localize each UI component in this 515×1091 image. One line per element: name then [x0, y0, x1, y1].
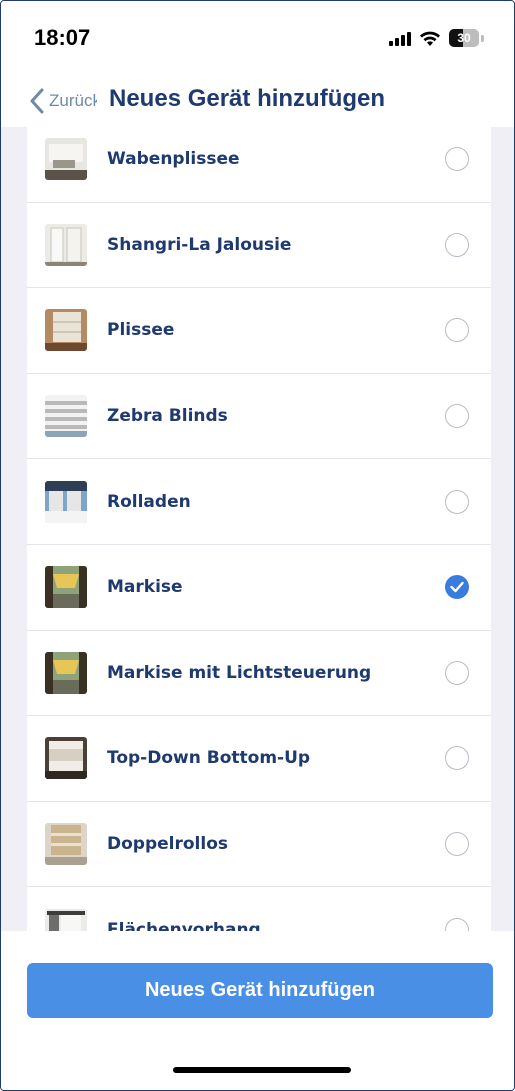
device-row-doppelrollos[interactable]: Doppelrollos	[27, 802, 491, 888]
chevron-left-icon	[30, 88, 44, 114]
device-row-top-down-bottom-up[interactable]: Top-Down Bottom-Up	[27, 716, 491, 802]
radio-unchecked-icon[interactable]	[445, 832, 469, 857]
device-label: Zebra Blinds	[107, 406, 228, 427]
device-row-zebra-blinds[interactable]: Zebra Blinds	[27, 374, 491, 460]
battery-cap	[481, 34, 484, 42]
top-down-bottom-up-thumbnail	[45, 737, 87, 780]
shangri-la-thumbnail	[45, 223, 87, 266]
device-row-wabenplissee[interactable]: Wabenplissee	[27, 127, 491, 203]
device-list-container: Wabenplissee Shangri-La Jalousie Plissee	[1, 127, 514, 931]
device-label: Shangri-La Jalousie	[107, 234, 292, 255]
status-bar: 18:07 30	[1, 1, 514, 81]
device-row-markise-mit-lichtsteuerung[interactable]: Markise mit Lichtsteuerung	[27, 631, 491, 717]
radio-unchecked-icon[interactable]	[445, 746, 469, 771]
device-label: Rolladen	[107, 491, 191, 512]
navigation-bar: Zurück Neues Gerät hinzufügen	[1, 79, 514, 127]
flaechenvorhang-thumbnail	[45, 908, 87, 931]
doppelrollos-thumbnail	[45, 823, 87, 866]
wifi-icon	[420, 31, 440, 46]
footer: Neues Gerät hinzufügen	[1, 931, 514, 1090]
device-row-markise[interactable]: Markise	[27, 545, 491, 631]
back-button[interactable]: Zurück	[29, 83, 97, 119]
radio-checked-icon[interactable]	[445, 575, 469, 600]
status-time: 18:07	[34, 25, 91, 50]
device-label: Markise mit Lichtsteuerung	[107, 662, 372, 683]
rolladen-thumbnail	[45, 480, 87, 523]
radio-unchecked-icon[interactable]	[445, 404, 469, 429]
device-row-rolladen[interactable]: Rolladen	[27, 459, 491, 545]
status-icons: 30	[389, 27, 484, 49]
device-label: Markise	[107, 577, 183, 598]
page-title: Neues Gerät hinzufügen	[109, 85, 386, 112]
device-label: Wabenplissee	[107, 149, 240, 170]
radio-unchecked-icon[interactable]	[445, 660, 469, 685]
radio-unchecked-icon[interactable]	[445, 489, 469, 514]
markise-lichtsteuerung-thumbnail	[45, 651, 87, 694]
radio-unchecked-icon[interactable]	[445, 917, 469, 931]
zebra-blinds-thumbnail	[45, 395, 87, 438]
add-device-button[interactable]: Neues Gerät hinzufügen	[27, 963, 493, 1018]
device-label: Top-Down Bottom-Up	[107, 748, 311, 769]
radio-unchecked-icon[interactable]	[445, 318, 469, 343]
device-list: Wabenplissee Shangri-La Jalousie Plissee	[27, 127, 491, 931]
back-label: Zurück	[49, 91, 97, 110]
battery-level: 30	[457, 31, 471, 45]
device-label: Plissee	[107, 320, 175, 341]
battery-icon: 30	[449, 29, 479, 47]
radio-unchecked-icon[interactable]	[445, 147, 469, 172]
radio-unchecked-icon[interactable]	[445, 232, 469, 257]
markise-thumbnail	[45, 566, 87, 609]
device-row-shangri-la-jalousie[interactable]: Shangri-La Jalousie	[27, 203, 491, 289]
app-screen: 18:07 30 Zurück Neues Gerät hinzufügen W…	[0, 0, 515, 1091]
plissee-thumbnail	[45, 309, 87, 352]
device-row-flaechenvorhang[interactable]: Flächenvorhang	[27, 887, 491, 931]
device-label: Doppelrollos	[107, 834, 229, 855]
signal-icon	[389, 30, 411, 46]
device-label: Flächenvorhang	[107, 919, 261, 931]
wabenplissee-thumbnail	[45, 138, 87, 181]
home-indicator	[173, 1067, 351, 1073]
device-row-plissee[interactable]: Plissee	[27, 288, 491, 374]
